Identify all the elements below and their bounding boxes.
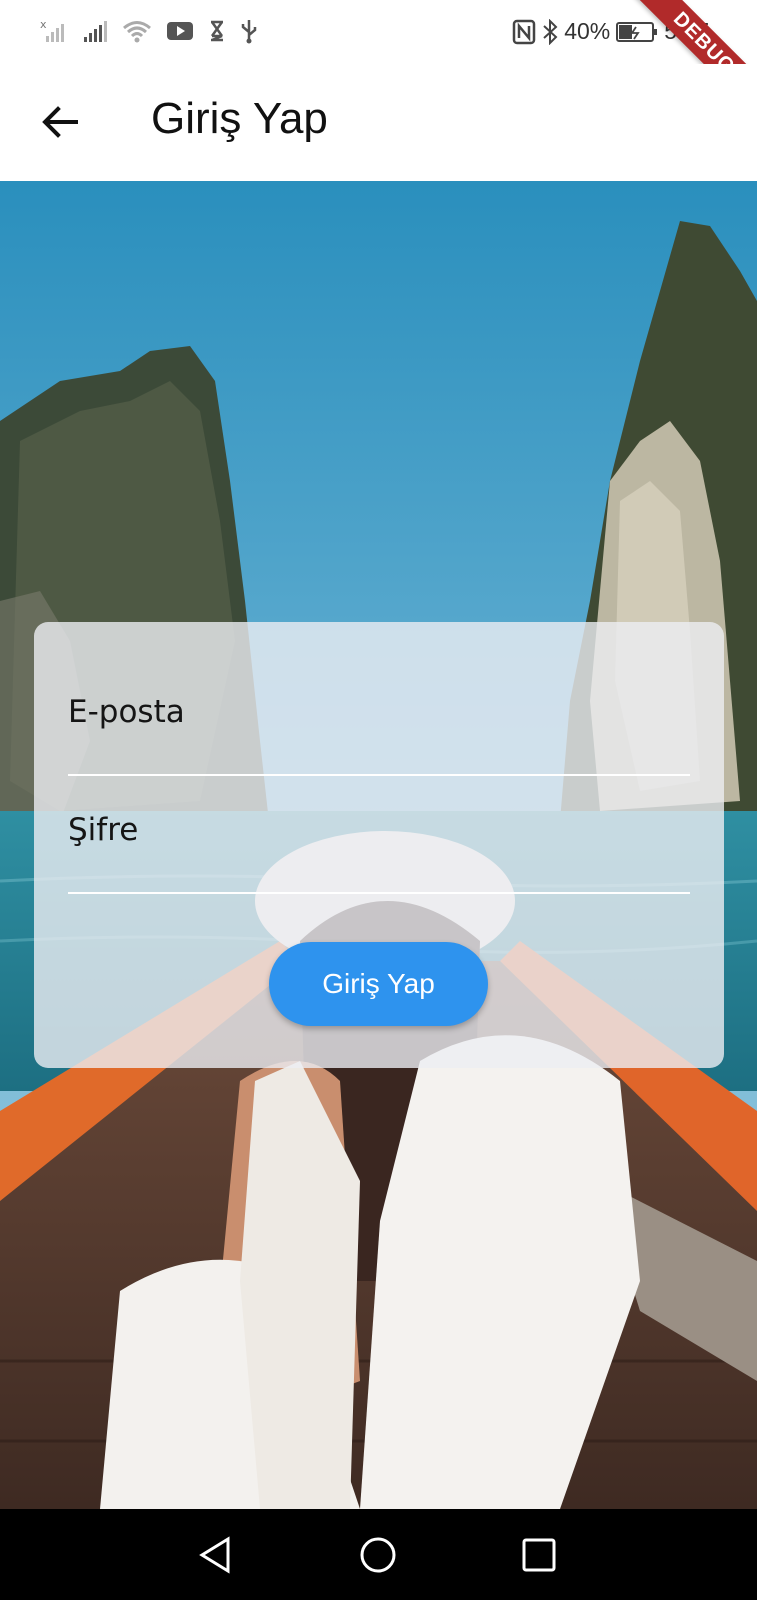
nfc-icon	[512, 19, 536, 44]
email-field[interactable]: E-posta	[68, 694, 690, 776]
status-bar: x 40% DEBUG	[0, 0, 757, 121]
email-label: E-posta	[68, 694, 185, 730]
nav-home-button[interactable]	[352, 1529, 404, 1581]
bluetooth-icon	[543, 18, 558, 45]
arrow-left-icon	[42, 106, 78, 138]
no-sim-signal-icon: x	[40, 18, 64, 42]
password-label: Şifre	[68, 812, 139, 848]
email-underline	[68, 774, 690, 776]
page-title: Giriş Yap	[151, 94, 328, 143]
password-underline	[68, 892, 690, 894]
battery-charging-icon	[616, 21, 658, 42]
login-button[interactable]: Giriş Yap	[269, 942, 488, 1026]
nav-recents-button[interactable]	[513, 1529, 565, 1581]
nav-back-button[interactable]	[190, 1529, 242, 1581]
signal-icon	[84, 21, 107, 42]
usb-icon	[241, 20, 257, 44]
password-field[interactable]: Şifre	[68, 812, 690, 894]
home-circle-icon	[360, 1537, 396, 1573]
login-card: E-posta Şifre Giriş Yap	[34, 622, 724, 1068]
hourglass-icon	[210, 20, 224, 42]
youtube-icon	[167, 22, 193, 40]
wifi-icon	[123, 21, 151, 43]
back-button[interactable]	[30, 92, 90, 152]
recents-square-icon	[522, 1538, 556, 1572]
app-bar: Giriş Yap	[0, 64, 757, 181]
status-bar-left-icons: x	[40, 18, 258, 44]
back-triangle-icon	[199, 1536, 230, 1574]
battery-percentage: 40%	[564, 18, 611, 44]
svg-text:x: x	[40, 18, 47, 31]
system-nav-bar	[0, 1509, 757, 1600]
